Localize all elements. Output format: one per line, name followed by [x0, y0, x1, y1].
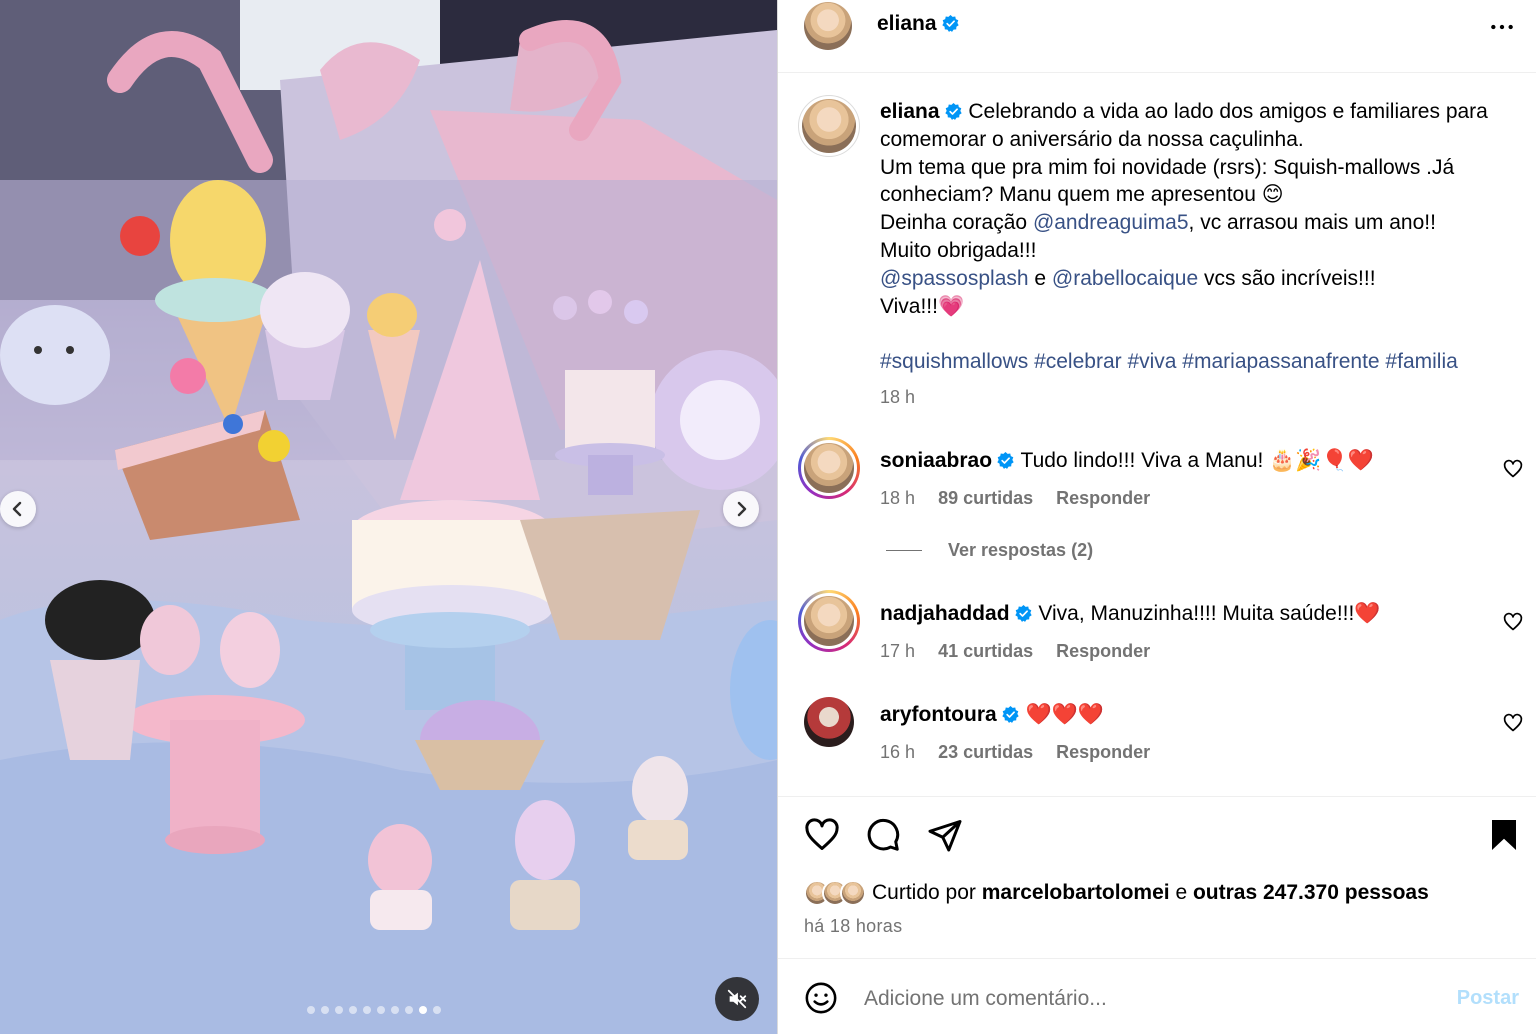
caption-text-4: Muito obrigada!!! — [880, 238, 1037, 262]
previous-slide-button[interactable] — [0, 491, 36, 527]
caption-text-3b: , vc arrasou mais um ano!! — [1188, 211, 1436, 235]
carousel-dot — [377, 1006, 385, 1014]
post-comment-button[interactable]: Postar — [1457, 987, 1519, 1010]
heart-icon[interactable] — [1503, 612, 1523, 632]
comment-meta: 17 h 41 curtidas Responder — [880, 641, 1168, 662]
commenter-username[interactable]: soniaabrao — [880, 449, 992, 472]
emoji-icon[interactable] — [804, 981, 838, 1015]
comment-body: Tudo lindo!!! Viva a Manu! 🎂🎉🎈❤️ — [1020, 449, 1374, 472]
likes-others[interactable]: outras 247.370 pessoas — [1193, 881, 1429, 905]
commenter-avatar[interactable] — [798, 691, 860, 753]
carousel-dot — [349, 1006, 357, 1014]
commenter-username[interactable]: nadjahaddad — [880, 602, 1010, 625]
post-header: eliana — [778, 0, 1536, 73]
comment-input[interactable] — [864, 983, 1424, 1015]
reply-button[interactable]: Responder — [1056, 641, 1150, 661]
likes-mid: e — [1169, 881, 1193, 904]
comment-meta: 18 h 89 curtidas Responder — [880, 488, 1168, 509]
comment-body: ❤️❤️❤️ — [1025, 703, 1104, 726]
mute-toggle-button[interactable] — [715, 977, 759, 1021]
view-replies-button[interactable]: Ver respostas (2) — [886, 540, 1093, 561]
paper-plane-icon[interactable] — [927, 817, 963, 853]
more-options-icon[interactable] — [1489, 14, 1515, 40]
mention-link[interactable]: @spassosplash — [880, 267, 1029, 290]
author-username[interactable]: eliana — [877, 12, 960, 36]
verified-badge-icon — [941, 14, 959, 32]
carousel-dot — [391, 1006, 399, 1014]
replies-line — [886, 550, 922, 551]
caption-text-2: Um tema que pra mim foi novidade (rsrs):… — [880, 155, 1455, 207]
caption-text-6: Viva!!!💗 — [880, 294, 965, 318]
post-details-panel: eliana eliana Celebrando a vida ao lado … — [777, 0, 1536, 1034]
chevron-right-icon — [737, 501, 747, 517]
caption-time: 18 h — [880, 387, 916, 407]
hashtags[interactable]: #squishmallows #celebrar #viva #mariapas… — [880, 348, 1520, 376]
comment-likes[interactable]: 89 curtidas — [938, 488, 1033, 508]
liker-avatar — [840, 880, 866, 906]
author-avatar[interactable] — [804, 2, 852, 50]
carousel-dot — [363, 1006, 371, 1014]
verified-badge-icon — [1002, 705, 1019, 723]
comment-time: 17 h — [880, 641, 916, 661]
comment-body: Viva, Manuzinha!!!! Muita saúde!!!❤️ — [1038, 602, 1381, 625]
commenter-avatar[interactable] — [798, 437, 860, 499]
liker-avatars — [804, 880, 866, 906]
verified-badge-icon — [997, 451, 1014, 469]
next-slide-button[interactable] — [723, 491, 759, 527]
post-caption: eliana Celebrando a vida ao lado dos ami… — [880, 98, 1520, 376]
carousel-dot — [419, 1006, 427, 1014]
comment-text: soniaabrao Tudo lindo!!! Viva a Manu! 🎂🎉… — [880, 449, 1374, 473]
caption-text-5b: vcs são incríveis!!! — [1198, 266, 1376, 290]
bookmark-icon[interactable] — [1486, 817, 1522, 853]
comment-meta: 16 h 23 curtidas Responder — [880, 742, 1168, 763]
caption-author-avatar[interactable] — [798, 95, 860, 157]
comment-likes[interactable]: 41 curtidas — [938, 641, 1033, 661]
heart-icon[interactable] — [1503, 713, 1523, 733]
carousel-dot — [307, 1006, 315, 1014]
mention-link[interactable]: @rabellocaique — [1052, 267, 1198, 290]
caption-text-1: Celebrando a vida ao lado dos amigos e f… — [880, 100, 1488, 151]
mention-link[interactable]: @andreaguima5 — [1033, 211, 1189, 234]
reply-button[interactable]: Responder — [1056, 488, 1150, 508]
commenter-avatar[interactable] — [798, 590, 860, 652]
commenter-username[interactable]: aryfontoura — [880, 703, 997, 726]
comment-bubble-icon[interactable] — [865, 817, 901, 853]
comment-time: 18 h — [880, 488, 916, 508]
view-replies-label: Ver respostas (2) — [948, 540, 1094, 560]
verified-badge-icon — [1014, 604, 1032, 622]
carousel-dot — [433, 1006, 441, 1014]
carousel-dot — [405, 1006, 413, 1014]
caption-text-5: e — [1028, 266, 1052, 290]
reply-button[interactable]: Responder — [1056, 742, 1150, 762]
carousel-dot — [335, 1006, 343, 1014]
muted-speaker-icon — [727, 989, 747, 1009]
carousel-dot — [321, 1006, 329, 1014]
heart-icon[interactable] — [1503, 459, 1523, 479]
party-photo — [0, 0, 777, 1034]
post-timestamp: há 18 horas — [804, 916, 903, 936]
carousel-dots — [307, 1006, 441, 1014]
comment-text: nadjahaddad Viva, Manuzinha!!!! Muita sa… — [880, 602, 1380, 626]
liker-username[interactable]: marcelobartolomei — [982, 881, 1170, 905]
comment-composer: Postar — [778, 958, 1536, 1034]
comment-likes[interactable]: 23 curtidas — [938, 742, 1033, 762]
comment-text: aryfontoura ❤️❤️❤️ — [880, 703, 1104, 727]
post-media[interactable] — [0, 0, 777, 1034]
likes-prefix: Curtido por — [872, 881, 982, 904]
verified-badge-icon — [944, 102, 962, 120]
likes-summary[interactable]: Curtido por marcelobartolomei e outras 2… — [804, 880, 1429, 906]
comment-time: 16 h — [880, 742, 916, 762]
caption-username[interactable]: eliana — [880, 100, 940, 123]
caption-text-3: Deinha coração — [880, 211, 1033, 235]
chevron-left-icon — [12, 501, 22, 517]
heart-icon[interactable] — [804, 817, 840, 853]
